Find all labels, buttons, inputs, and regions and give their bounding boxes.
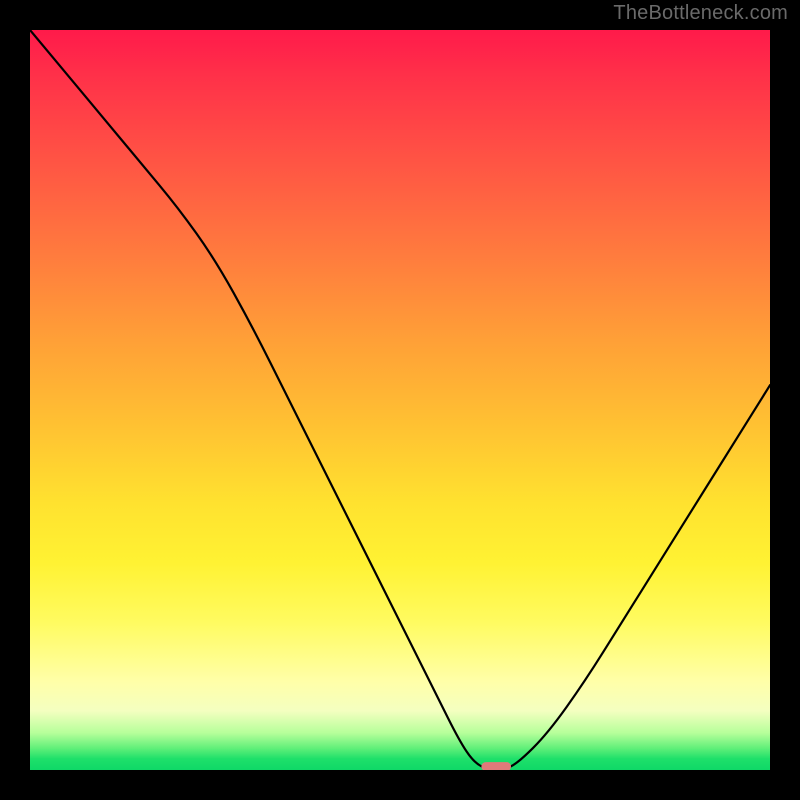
curve-svg bbox=[30, 30, 770, 770]
chart-frame: TheBottleneck.com bbox=[0, 0, 800, 800]
minimum-marker bbox=[481, 762, 511, 770]
plot-area bbox=[30, 30, 770, 770]
watermark-text: TheBottleneck.com bbox=[613, 2, 788, 25]
bottleneck-curve bbox=[30, 30, 770, 770]
